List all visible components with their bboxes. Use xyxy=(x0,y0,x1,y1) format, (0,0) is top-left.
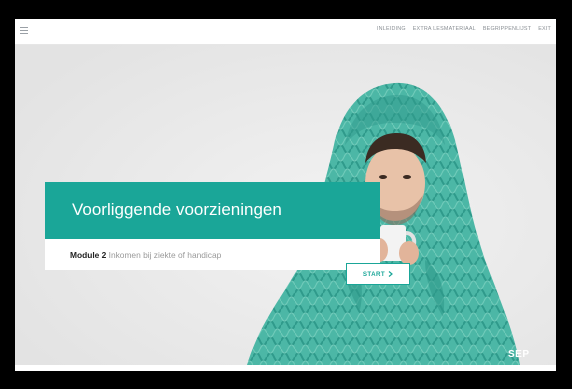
nav-item-exit[interactable]: Exit xyxy=(538,26,551,32)
hamburger-icon[interactable] xyxy=(20,27,28,34)
nav-item-extra-lesmateriaal[interactable]: Extra lesmateriaal xyxy=(413,26,476,32)
page-title: Voorliggende voorzieningen xyxy=(72,200,282,219)
nav-item-begrippenlijst[interactable]: Begrippenlijst xyxy=(483,26,531,32)
bottom-strip xyxy=(15,365,556,371)
nav-item-inleiding[interactable]: Inleiding xyxy=(377,26,406,32)
module-number: Module 2 xyxy=(70,250,107,260)
module-subtitle: Module 2 Inkomen bij ziekte of handicap xyxy=(70,250,221,260)
module-subtitle-panel: Module 2 Inkomen bij ziekte of handicap xyxy=(45,239,380,270)
start-button-label: START xyxy=(362,270,386,278)
module-title-panel: Voorliggende voorzieningen xyxy=(45,182,380,239)
logo-text: SEP xyxy=(508,349,530,360)
top-navigation-bar: Inleiding Extra lesmateriaal Begrippenli… xyxy=(15,19,556,45)
top-nav-links: Inleiding Extra lesmateriaal Begrippenli… xyxy=(377,26,551,32)
brand-logo: SEP xyxy=(508,349,530,360)
start-button[interactable]: START xyxy=(346,263,410,285)
chevron-right-icon xyxy=(388,271,394,277)
module-name: Inkomen bij ziekte of handicap xyxy=(108,250,222,260)
app-window: Inleiding Extra lesmateriaal Begrippenli… xyxy=(15,19,556,371)
